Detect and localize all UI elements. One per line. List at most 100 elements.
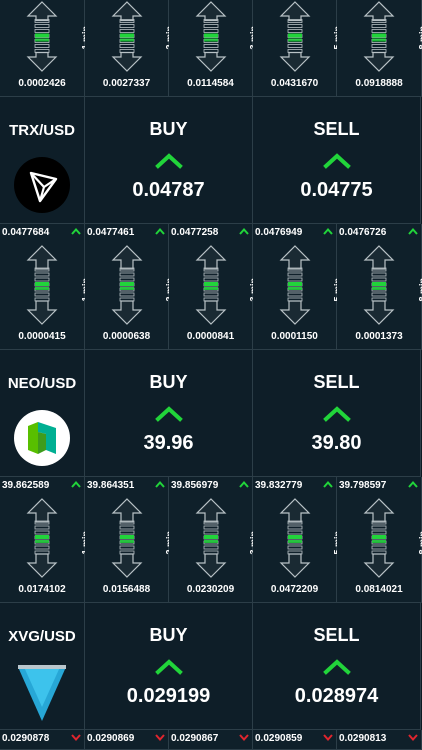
tile-move: 0.0472209 xyxy=(270,584,319,595)
double-arrow-meter xyxy=(111,244,143,326)
buy-price-cell[interactable]: BUY 0.04787 xyxy=(85,97,253,224)
meter-graphic xyxy=(279,1,310,72)
double-arrow-meter xyxy=(26,244,58,326)
timeframe-tile[interactable]: 0.04774612 min0.0000638 xyxy=(85,224,175,350)
timeframe-tile[interactable]: 39.8569793 min0.0230209 xyxy=(169,477,259,603)
trend-up-icon xyxy=(71,228,81,235)
buy-label: BUY xyxy=(149,625,188,645)
tile-move: 0.0000841 xyxy=(186,331,235,342)
tile-move: 0.0001373 xyxy=(355,331,403,342)
sell-label: SELL xyxy=(313,625,360,645)
double-arrow-meter xyxy=(195,244,227,326)
buy-price-cell[interactable]: BUY 0.029199 xyxy=(85,603,253,730)
double-arrow-meter xyxy=(363,0,395,73)
meter-graphic xyxy=(111,1,142,72)
timeframe-tile[interactable]: 39.8643512 min0.0156488 xyxy=(85,477,175,603)
pair-name: NEO/USD xyxy=(7,375,77,392)
tile-rate: 39.832779 xyxy=(255,480,303,491)
tile-move: 0.0001150 xyxy=(271,331,318,342)
tile-move: 0.0027337 xyxy=(102,78,151,89)
double-arrow-meter xyxy=(111,497,143,579)
tile-rate: 0.0290867 xyxy=(171,733,219,744)
double-arrow-meter xyxy=(195,497,227,579)
timeframe-tile[interactable]: 3 min0.0114584 xyxy=(169,0,259,97)
double-arrow-meter xyxy=(279,0,311,73)
tile-rate: 0.0290813 xyxy=(339,733,387,744)
meter-graphic xyxy=(26,245,58,325)
tron-logo xyxy=(14,157,70,213)
buy-label: BUY xyxy=(149,119,188,139)
timeframe-label: 8 min xyxy=(418,531,422,555)
tile-rate: 0.0290859 xyxy=(255,733,303,744)
timeframe-tile[interactable]: 0.04772583 min0.0000841 xyxy=(169,224,259,350)
sell-price-cell[interactable]: SELL 0.028974 xyxy=(253,603,421,730)
timeframe-tile[interactable]: 0.0476726 8 min 0.0001373 xyxy=(337,224,422,350)
pair-info-cell[interactable]: NEO/USD xyxy=(0,350,85,477)
trend-down-icon xyxy=(155,734,165,741)
timeframe-tile[interactable]: 0.04776841 min0.0000415 xyxy=(0,224,91,350)
tile-move: 0.0230209 xyxy=(186,584,235,595)
timeframe-tile[interactable]: 0.0290869 xyxy=(85,730,169,750)
double-arrow-meter xyxy=(363,497,395,579)
neo-logo xyxy=(14,410,70,466)
timeframe-tile[interactable]: 39.798597 8 min 0.0814021 xyxy=(337,477,422,603)
meter-graphic xyxy=(111,498,142,578)
sell-price-cell[interactable]: SELL 0.04775 xyxy=(253,97,421,224)
timeframe-tile[interactable]: 0.0290859 xyxy=(253,730,337,750)
tile-move: 0.0000415 xyxy=(18,331,66,342)
neo-mark-icon xyxy=(28,422,56,454)
meter-graphic xyxy=(195,245,226,325)
meter-graphic xyxy=(195,498,226,578)
timeframe-tile[interactable]: 2 min0.0027337 xyxy=(85,0,175,97)
timeframe-tile[interactable]: 8 min 0.0918888 xyxy=(337,0,422,97)
timeframe-tile[interactable]: 0.0290813 xyxy=(337,730,422,750)
buy-price: 0.029199 xyxy=(126,685,211,707)
tile-move: 0.0174102 xyxy=(18,584,66,595)
timeframe-tile[interactable]: 0.04769495 min0.0001150 xyxy=(253,224,343,350)
timeframe-tile[interactable]: 0.0290878 xyxy=(0,730,85,750)
meter-graphic xyxy=(279,245,310,325)
trend-up-icon xyxy=(239,228,249,235)
trend-down-icon xyxy=(408,734,418,741)
meter-graphic xyxy=(363,245,395,325)
trend-up-icon xyxy=(323,481,333,488)
sell-label: SELL xyxy=(313,119,360,139)
meter-graphic xyxy=(26,1,58,72)
tile-rate: 0.0477684 xyxy=(2,227,50,238)
trend-up-icon xyxy=(155,228,165,235)
pair-info-cell[interactable]: XVG/USD xyxy=(0,603,85,730)
tile-move: 0.0156488 xyxy=(102,584,151,595)
meter-graphic xyxy=(111,245,142,325)
pair-name: TRX/USD xyxy=(9,122,75,139)
tile-rate: 39.862589 xyxy=(2,480,50,491)
tile-rate: 39.856979 xyxy=(171,480,219,491)
timeframe-tile[interactable]: 5 min0.0431670 xyxy=(253,0,343,97)
tile-move: 0.0814021 xyxy=(355,584,403,595)
verge-logo xyxy=(14,663,70,721)
pair-info-cell[interactable]: TRX/USD xyxy=(0,97,85,224)
timeframe-tile[interactable]: 1 min0.0002426 xyxy=(0,0,91,97)
trend-up-icon xyxy=(239,481,249,488)
sell-price-cell[interactable]: SELL 39.80 xyxy=(253,350,421,477)
timeframe-tile[interactable]: 0.0290867 xyxy=(169,730,253,750)
timeframe-tile[interactable]: 39.8327795 min0.0472209 xyxy=(253,477,343,603)
timeframe-tile[interactable]: 39.8625891 min0.0174102 xyxy=(0,477,91,603)
double-arrow-meter xyxy=(26,497,58,579)
up-chevron-icon xyxy=(322,406,351,422)
tile-rate: 0.0477461 xyxy=(87,227,135,238)
up-chevron-icon xyxy=(154,406,183,422)
tile-rate: 0.0476949 xyxy=(255,227,303,238)
trend-down-icon xyxy=(71,734,81,741)
trend-up-icon xyxy=(155,481,165,488)
trend-down-icon xyxy=(239,734,249,741)
buy-price: 39.96 xyxy=(143,432,194,454)
trend-up-icon xyxy=(71,481,81,488)
meter-graphic xyxy=(363,1,395,72)
meter-graphic xyxy=(26,498,58,578)
buy-price-cell[interactable]: BUY 39.96 xyxy=(85,350,253,477)
double-arrow-meter xyxy=(279,244,311,326)
trend-up-icon xyxy=(408,481,418,488)
double-arrow-meter xyxy=(26,0,58,73)
tile-move: 0.0000638 xyxy=(102,331,151,342)
tile-rate: 0.0476726 xyxy=(339,227,387,238)
